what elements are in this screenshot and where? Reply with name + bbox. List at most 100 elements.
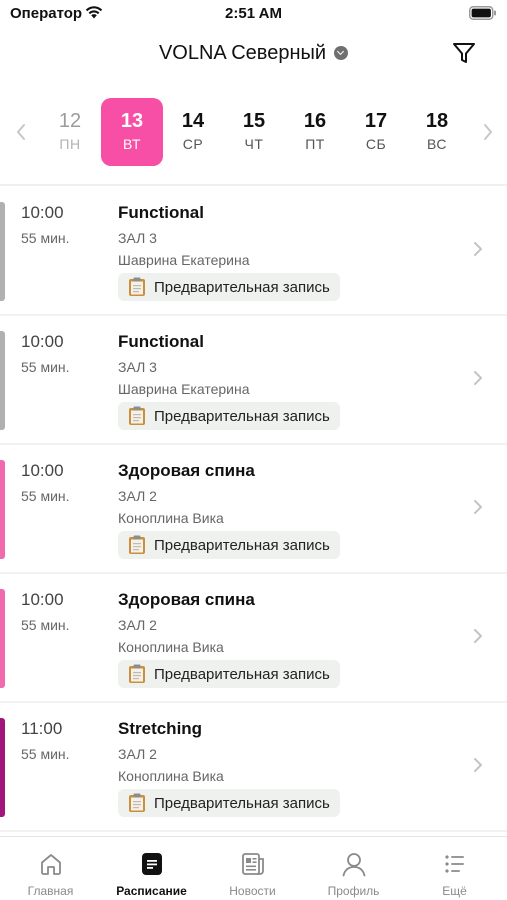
class-hall: ЗАЛ 2 [118, 617, 157, 633]
category-color-bar [0, 589, 5, 688]
day-number: 13 [120, 110, 144, 132]
class-duration: 55 мин. [21, 617, 70, 633]
profile-icon [342, 853, 366, 877]
club-title: VOLNA Северный [158, 42, 327, 65]
booking-label: Предварительная запись [154, 407, 330, 425]
header: VOLNA Северный [0, 30, 507, 80]
tab-label: Новости [229, 884, 276, 898]
class-name: Stretching [118, 719, 203, 738]
more-icon [445, 855, 464, 873]
news-icon [242, 853, 264, 875]
day-number: 18 [425, 110, 449, 132]
tab-label: Профиль [327, 884, 380, 898]
day-weekday: СБ [365, 136, 387, 152]
clipboard-icon [129, 664, 145, 683]
class-hall: ЗАЛ 2 [118, 488, 157, 504]
booking-badge: Предварительная запись [118, 273, 340, 301]
filter-icon[interactable] [449, 38, 479, 68]
class-duration: 55 мин. [21, 230, 70, 246]
category-color-bar [0, 460, 5, 559]
day-item[interactable]: 14 СР [162, 98, 224, 166]
class-time: 10:00 [21, 203, 64, 222]
category-color-bar [0, 331, 5, 430]
class-row[interactable]: 11:00 55 мин. Stretching ЗАЛ 2 Коноплина… [0, 703, 507, 832]
class-trainer: Коноплина Вика [118, 768, 224, 784]
class-name: Здоровая спина [118, 461, 255, 480]
tab-label: Главная [27, 884, 74, 898]
day-item[interactable]: 17 СБ [345, 98, 407, 166]
home-icon [41, 854, 61, 875]
class-duration: 55 мин. [21, 746, 70, 762]
status-bar: Оператор 2:51 AM [0, 0, 507, 30]
status-time: 2:51 AM [225, 5, 282, 22]
class-trainer: Шаврина Екатерина [118, 381, 250, 397]
class-list: 10:00 55 мин. Functional ЗАЛ 3 Шаврина Е… [0, 187, 507, 832]
tab-bar: Главная Расписание Новости Профиль Ещё [0, 836, 507, 900]
tab-profile[interactable]: Профиль [303, 837, 404, 900]
day-number: 15 [242, 110, 266, 132]
booking-badge: Предварительная запись [118, 660, 340, 688]
class-row[interactable]: 10:00 55 мин. Functional ЗАЛ 3 Шаврина Е… [0, 187, 507, 316]
day-weekday: СР [182, 136, 204, 152]
class-trainer: Коноплина Вика [118, 510, 224, 526]
schedule-icon [142, 853, 162, 875]
day-weekday: ВТ [123, 136, 141, 152]
class-hall: ЗАЛ 3 [118, 230, 157, 246]
clipboard-icon [129, 535, 145, 554]
chevron-right-icon [474, 242, 482, 256]
class-name: Functional [118, 332, 204, 351]
chevron-left-icon[interactable] [14, 122, 28, 142]
tab-home[interactable]: Главная [0, 837, 101, 900]
chevron-right-icon [474, 500, 482, 514]
class-duration: 55 мин. [21, 359, 70, 375]
class-trainer: Шаврина Екатерина [118, 252, 250, 268]
class-row[interactable]: 10:00 55 мин. Здоровая спина ЗАЛ 2 Коноп… [0, 445, 507, 574]
chevron-right-icon [474, 371, 482, 385]
class-hall: ЗАЛ 3 [118, 359, 157, 375]
class-row[interactable]: 10:00 55 мин. Functional ЗАЛ 3 Шаврина Е… [0, 316, 507, 445]
tab-more[interactable]: Ещё [404, 837, 505, 900]
chevron-right-icon [474, 758, 482, 772]
booking-label: Предварительная запись [154, 665, 330, 683]
club-selector[interactable]: VOLNA Северный [0, 42, 507, 65]
battery-icon [469, 6, 496, 20]
class-time: 10:00 [21, 590, 64, 609]
booking-badge: Предварительная запись [118, 402, 340, 430]
day-number: 12 [58, 110, 82, 132]
tab-schedule[interactable]: Расписание [101, 837, 202, 900]
class-time: 11:00 [21, 719, 63, 738]
tab-label: Расписание [116, 884, 187, 898]
day-number: 16 [303, 110, 327, 132]
class-hall: ЗАЛ 2 [118, 746, 157, 762]
category-color-bar [0, 718, 5, 817]
class-time: 10:00 [21, 332, 64, 351]
day-item[interactable]: 12 ПН [39, 98, 101, 166]
class-row[interactable]: 10:00 55 мин. Здоровая спина ЗАЛ 2 Коноп… [0, 574, 507, 703]
day-item[interactable]: 15 ЧТ [223, 98, 285, 166]
tab-label: Ещё [442, 884, 467, 898]
class-time: 10:00 [21, 461, 64, 480]
chevron-right-icon[interactable] [481, 122, 495, 142]
day-weekday: ВС [427, 136, 447, 152]
booking-label: Предварительная запись [154, 278, 330, 296]
category-color-bar [0, 202, 5, 301]
class-duration: 55 мин. [21, 488, 70, 504]
class-name: Здоровая спина [118, 590, 255, 609]
week-selector: 12 ПН 13 ВТ 14 СР 15 ЧТ 16 ПТ 17 СБ 18 В… [0, 96, 507, 168]
class-trainer: Коноплина Вика [118, 639, 224, 655]
day-item[interactable]: 18 ВС [406, 98, 468, 166]
day-weekday: ПТ [305, 136, 325, 152]
tab-news[interactable]: Новости [202, 837, 303, 900]
day-weekday: ЧТ [244, 136, 264, 152]
class-name: Functional [118, 203, 204, 222]
clipboard-icon [129, 277, 145, 296]
day-number: 17 [364, 110, 388, 132]
booking-label: Предварительная запись [154, 794, 330, 812]
day-item[interactable]: 16 ПТ [284, 98, 346, 166]
clipboard-icon [129, 406, 145, 425]
day-item-selected[interactable]: 13 ВТ [101, 98, 163, 166]
divider [0, 184, 507, 186]
day-number: 14 [181, 110, 205, 132]
booking-badge: Предварительная запись [118, 789, 340, 817]
day-weekday: ПН [59, 136, 81, 152]
